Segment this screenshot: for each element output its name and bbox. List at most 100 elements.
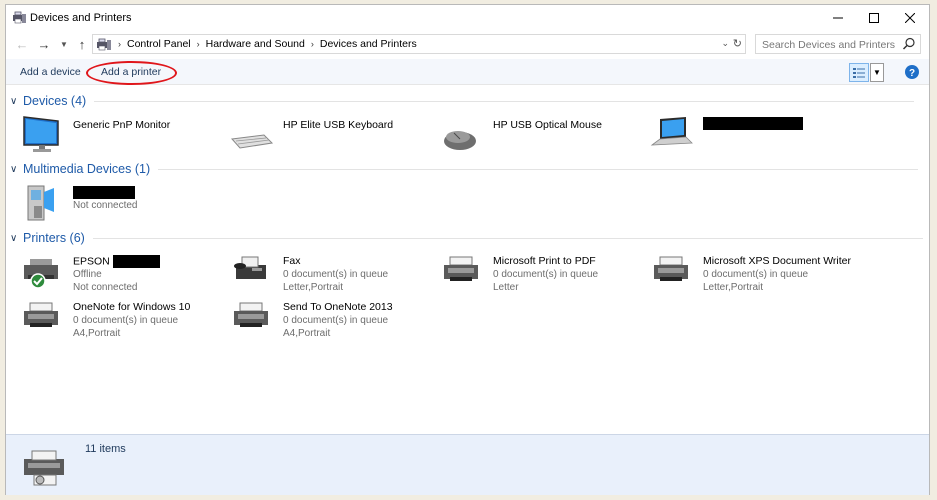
redacted-block: [73, 186, 135, 199]
device-name: [73, 186, 138, 199]
device-status: Not connected: [73, 200, 138, 212]
close-button[interactable]: [893, 5, 927, 31]
printer-item[interactable]: EPSON Offline Not connected: [20, 251, 225, 295]
devices-printers-large-icon: [24, 450, 64, 486]
printer-paper: Letter,Portrait: [283, 282, 344, 293]
breadcrumb-devices-and-printers[interactable]: Devices and Printers: [320, 38, 417, 50]
recent-locations-button[interactable]: ▼: [55, 35, 73, 53]
printer-name: Microsoft XPS Document Writer: [703, 255, 852, 267]
collapse-chevron-icon[interactable]: ∨: [10, 233, 23, 244]
group-divider: [158, 168, 919, 170]
refresh-icon[interactable]: ↻: [733, 37, 742, 50]
breadcrumb-separator-icon[interactable]: ›: [197, 39, 200, 49]
printer-connection: Not connected: [73, 282, 138, 294]
control-panel-icon: [97, 38, 111, 51]
laptop-icon: [650, 117, 693, 146]
printer-paper: Letter,Portrait: [703, 282, 764, 293]
breadcrumb-hardware-and-sound[interactable]: Hardware and Sound: [206, 38, 305, 50]
forward-button[interactable]: →: [35, 35, 53, 53]
view-options-dropdown[interactable]: ▼: [870, 63, 884, 82]
arrow-left-icon: ←: [15, 36, 29, 52]
printer-icon: [24, 302, 58, 327]
command-bar: Add a device Add a printer ▼: [6, 59, 929, 85]
printer-paper: Letter: [493, 282, 519, 293]
minimize-icon: [833, 17, 843, 19]
back-button[interactable]: ←: [13, 35, 31, 53]
collapse-chevron-icon[interactable]: ∨: [10, 96, 23, 107]
breadcrumb-separator-icon[interactable]: ›: [118, 39, 121, 49]
printer-item[interactable]: OneNote for Windows 10 0 document(s) in …: [20, 297, 225, 341]
printer-icon: [654, 256, 688, 281]
printer-name: Fax: [283, 255, 301, 267]
address-history-dropdown-icon[interactable]: ⌄: [721, 38, 729, 49]
red-highlight-circle: [86, 61, 177, 85]
printer-queue: 0 document(s) in queue: [283, 315, 389, 326]
title-bar: Devices and Printers: [6, 5, 929, 31]
window-title: Devices and Printers: [30, 12, 132, 24]
device-name: HP USB Optical Mouse: [493, 119, 602, 131]
device-item[interactable]: [650, 115, 855, 159]
printer-name: OneNote for Windows 10: [73, 301, 191, 313]
printer-icon: [234, 302, 268, 327]
change-view-button[interactable]: [849, 63, 869, 82]
printer-icon: [444, 256, 478, 281]
printer-default-icon: [24, 259, 58, 289]
device-name: [703, 116, 803, 132]
details-pane: 11 items: [6, 434, 929, 495]
close-icon: [905, 13, 915, 23]
media-device-icon: [27, 185, 54, 221]
printer-name: EPSON: [73, 255, 160, 268]
address-bar[interactable]: › Control Panel › Hardware and Sound › D…: [92, 34, 746, 54]
breadcrumb-control-panel[interactable]: Control Panel: [127, 38, 191, 50]
arrow-right-icon: →: [37, 36, 51, 52]
printer-item[interactable]: Microsoft Print to PDF 0 document(s) in …: [440, 251, 645, 295]
item-count: 11 items: [85, 443, 126, 455]
maximize-button[interactable]: [857, 5, 891, 31]
device-item[interactable]: Generic PnP Monitor: [20, 115, 225, 159]
search-box[interactable]: Search Devices and Printers: [755, 34, 921, 54]
printer-item[interactable]: Microsoft XPS Document Writer 0 document…: [650, 251, 855, 295]
breadcrumb-separator-icon[interactable]: ›: [311, 39, 314, 49]
multimedia-item[interactable]: Not connected: [20, 182, 225, 226]
printer-name-text: EPSON: [73, 255, 110, 268]
help-icon[interactable]: ?: [905, 65, 919, 79]
printer-queue: 0 document(s) in queue: [73, 315, 179, 326]
printer-item[interactable]: Send To OneNote 2013 0 document(s) in qu…: [230, 297, 435, 341]
printer-queue: 0 document(s) in queue: [703, 269, 809, 280]
devices-and-printers-window: Devices and Printers ← → ▼ ↑ › Control P…: [5, 4, 930, 495]
redacted-block: [112, 255, 160, 268]
printer-item[interactable]: Fax 0 document(s) in queue Letter,Portra…: [230, 251, 435, 295]
collapse-chevron-icon[interactable]: ∨: [10, 164, 23, 175]
device-item[interactable]: HP Elite USB Keyboard: [230, 115, 435, 159]
device-name: HP Elite USB Keyboard: [283, 119, 394, 131]
maximize-icon: [869, 13, 879, 23]
printer-paper: A4,Portrait: [283, 328, 331, 339]
group-header-devices[interactable]: ∨ Devices (4): [10, 93, 915, 109]
add-device-button[interactable]: Add a device: [20, 66, 81, 78]
device-name: Generic PnP Monitor: [73, 119, 171, 131]
mouse-icon: [444, 131, 476, 150]
search-icon[interactable]: [902, 37, 916, 51]
printer-status: Offline: [73, 269, 102, 281]
printer-queue: 0 document(s) in queue: [493, 269, 599, 280]
group-header-multimedia[interactable]: ∨ Multimedia Devices (1): [10, 161, 919, 177]
group-title-multimedia: Multimedia Devices (1): [23, 162, 151, 176]
up-button[interactable]: ↑: [73, 35, 91, 53]
device-item[interactable]: HP USB Optical Mouse: [440, 115, 645, 159]
printer-name: Send To OneNote 2013: [283, 301, 393, 313]
group-title-printers: Printers (6): [23, 231, 85, 245]
svg-text:?: ?: [909, 68, 915, 79]
group-header-printers[interactable]: ∨ Printers (6): [10, 230, 923, 246]
arrow-up-icon: ↑: [78, 36, 86, 52]
search-placeholder: Search Devices and Printers: [762, 39, 896, 51]
group-title-devices: Devices (4): [23, 94, 87, 108]
chevron-down-icon: ▼: [60, 39, 68, 49]
monitor-icon: [23, 116, 59, 152]
minimize-button[interactable]: [821, 5, 855, 31]
chevron-down-icon: ▼: [873, 68, 881, 77]
group-divider: [94, 100, 915, 102]
redacted-block: [703, 116, 803, 130]
fax-icon: [234, 256, 266, 279]
printer-paper: A4,Portrait: [73, 328, 121, 339]
devices-printers-app-icon: [13, 11, 26, 24]
